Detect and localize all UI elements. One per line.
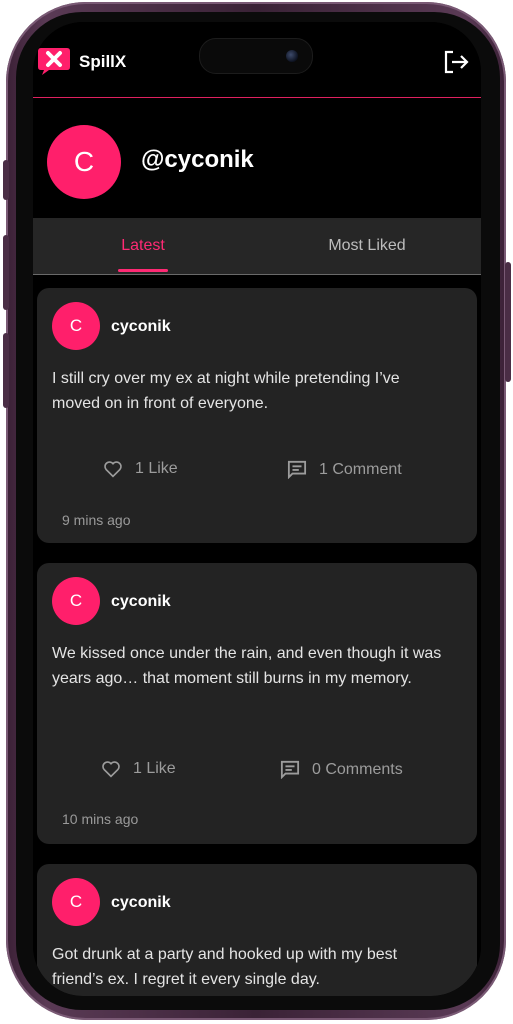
comment-icon xyxy=(280,760,300,779)
post-timestamp: 10 mins ago xyxy=(62,811,139,827)
post-feed: C cyconik I still cry over my ex at nigh… xyxy=(33,275,481,996)
dynamic-island xyxy=(199,38,313,74)
phone-side-button xyxy=(505,262,511,382)
comment-button[interactable]: 1 Comment xyxy=(287,460,402,479)
profile-header: C @cyconik xyxy=(33,98,481,218)
app-screen: SpillX C @cyconik Latest Most Liked C cy… xyxy=(33,22,481,996)
comment-count: 0 Comments xyxy=(312,760,403,778)
phone-side-button xyxy=(3,235,9,310)
like-button[interactable]: 1 Like xyxy=(101,760,176,778)
post-username: cyconik xyxy=(111,894,171,911)
post-card[interactable]: C cyconik I still cry over my ex at nigh… xyxy=(37,288,477,543)
post-card[interactable]: C cyconik We kissed once under the rain,… xyxy=(37,563,477,844)
like-button[interactable]: 1 Like xyxy=(103,460,178,478)
post-text: We kissed once under the rain, and even … xyxy=(52,645,442,687)
tab-most-liked[interactable]: Most Liked xyxy=(253,218,481,274)
app-title: SpillX xyxy=(79,52,127,71)
avatar: C xyxy=(52,302,100,350)
post-text: Got drunk at a party and hooked up with … xyxy=(52,946,398,988)
comment-button[interactable]: 0 Comments xyxy=(280,760,403,779)
post-timestamp: 9 mins ago xyxy=(62,512,131,528)
post-username: cyconik xyxy=(111,318,171,335)
comment-count: 1 Comment xyxy=(319,460,402,478)
post-username: cyconik xyxy=(111,593,171,610)
post-text: I still cry over my ex at night while pr… xyxy=(52,370,400,412)
comment-icon xyxy=(287,460,307,479)
tab-latest[interactable]: Latest xyxy=(33,218,253,274)
tab-indicator xyxy=(118,269,168,272)
avatar: C xyxy=(47,125,121,199)
like-count: 1 Like xyxy=(135,460,178,477)
phone-side-button xyxy=(3,160,9,200)
like-count: 1 Like xyxy=(133,760,176,777)
heart-icon xyxy=(104,461,122,478)
camera-icon xyxy=(286,50,298,62)
avatar: C xyxy=(52,878,100,926)
avatar: C xyxy=(52,577,100,625)
post-card[interactable]: C cyconik Got drunk at a party and hooke… xyxy=(37,864,477,996)
phone-side-button xyxy=(3,333,9,408)
profile-username: @cyconik xyxy=(141,146,254,173)
heart-icon xyxy=(102,761,120,778)
logout-icon[interactable] xyxy=(443,50,469,74)
tab-bar: Latest Most Liked xyxy=(33,218,481,275)
spillx-logo-icon xyxy=(38,48,70,75)
